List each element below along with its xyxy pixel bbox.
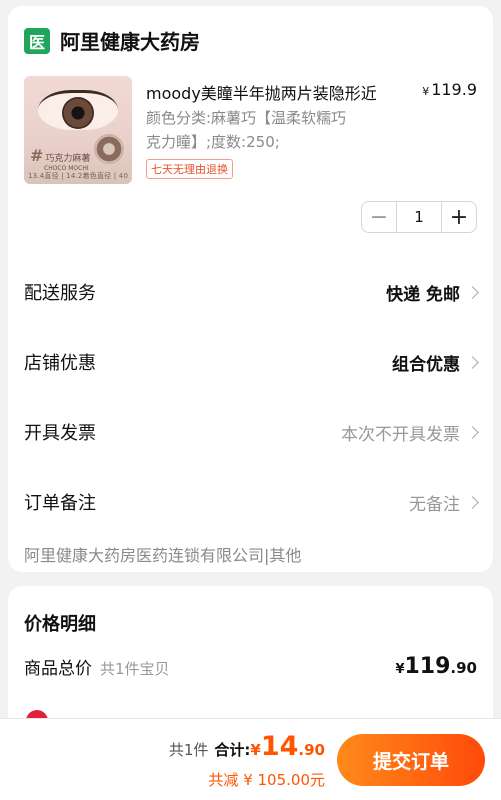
- product-spec: 颜色分类:麻薯巧【温柔软糯巧 克力瞳】;度数:250;: [146, 109, 347, 151]
- total-label: 合计:: [214, 741, 251, 759]
- item-count: 共1件: [168, 741, 209, 759]
- lens-icon: [94, 134, 124, 164]
- price-detail-title: 价格明细: [24, 614, 96, 635]
- note-value: 无备注: [409, 494, 460, 515]
- invoice-row[interactable]: 开具发票 本次不开具发票: [24, 412, 479, 452]
- savings-text[interactable]: 共减 ¥ 105.00元: [208, 769, 325, 790]
- product-image[interactable]: # 巧克力麻薯 CHOCO MOCHI 13.4直径 | 14.2着色直径 | 4…: [24, 76, 132, 184]
- chevron-right-icon: [466, 285, 479, 299]
- store-name[interactable]: 阿里健康大药房: [60, 26, 200, 55]
- delivery-service-row[interactable]: 配送服务 快递 免邮: [24, 272, 479, 312]
- product-image-specs: 13.4直径 | 14.2着色直径 | 40%含水量 | 8.7基弧: [28, 172, 128, 180]
- order-card: 医 阿里健康大药房 # 巧克力麻薯 CHOCO MOCHI 13.4直径 | 14…: [8, 6, 493, 572]
- submit-order-button[interactable]: 提交订单: [337, 734, 485, 786]
- goods-count: 共1件宝贝: [100, 660, 170, 678]
- order-total: 共1件 合计: ¥ 14 .90: [168, 731, 325, 762]
- eye-illustration: [38, 90, 118, 130]
- store-discount-row[interactable]: 店铺优惠 组合优惠: [24, 342, 479, 382]
- decrease-quantity-button[interactable]: −: [362, 202, 396, 232]
- invoice-label: 开具发票: [24, 423, 96, 444]
- delivery-value: 快递 免邮: [386, 284, 460, 305]
- goods-total-label: 商品总价: [24, 659, 92, 679]
- chevron-right-icon: [466, 355, 479, 369]
- goods-total-price: ¥119.90: [395, 654, 477, 679]
- quantity-stepper: − 1 +: [361, 201, 477, 233]
- increase-quantity-button[interactable]: +: [442, 202, 476, 232]
- store-header[interactable]: 医 阿里健康大药房: [24, 26, 200, 55]
- discount-label: 店铺优惠: [24, 353, 96, 374]
- seller-company: 阿里健康大药房医药连锁有限公司|其他: [24, 546, 302, 565]
- quantity-input[interactable]: 1: [396, 202, 442, 232]
- delivery-label: 配送服务: [24, 283, 96, 304]
- product-price: ¥119.9: [422, 80, 477, 99]
- discount-value: 组合优惠: [392, 354, 460, 375]
- checkout-bar: 共1件 合计: ¥ 14 .90 共减 ¥ 105.00元 提交订单: [0, 718, 501, 800]
- product-title[interactable]: moody美瞳半年抛两片装隐形近: [146, 80, 418, 104]
- order-note-row[interactable]: 订单备注 无备注: [24, 482, 479, 522]
- return-policy-badge: 七天无理由退换: [146, 159, 233, 179]
- goods-total-row: 商品总价 共1件宝贝 ¥119.90: [24, 654, 477, 679]
- note-label: 订单备注: [24, 493, 96, 514]
- pharmacy-badge-icon: 医: [24, 27, 50, 54]
- chevron-right-icon: [466, 425, 479, 439]
- invoice-value: 本次不开具发票: [341, 424, 460, 445]
- total-amount: 14: [260, 731, 299, 762]
- product-image-label: # 巧克力麻薯 CHOCO MOCHI: [30, 146, 91, 172]
- chevron-right-icon: [466, 495, 479, 509]
